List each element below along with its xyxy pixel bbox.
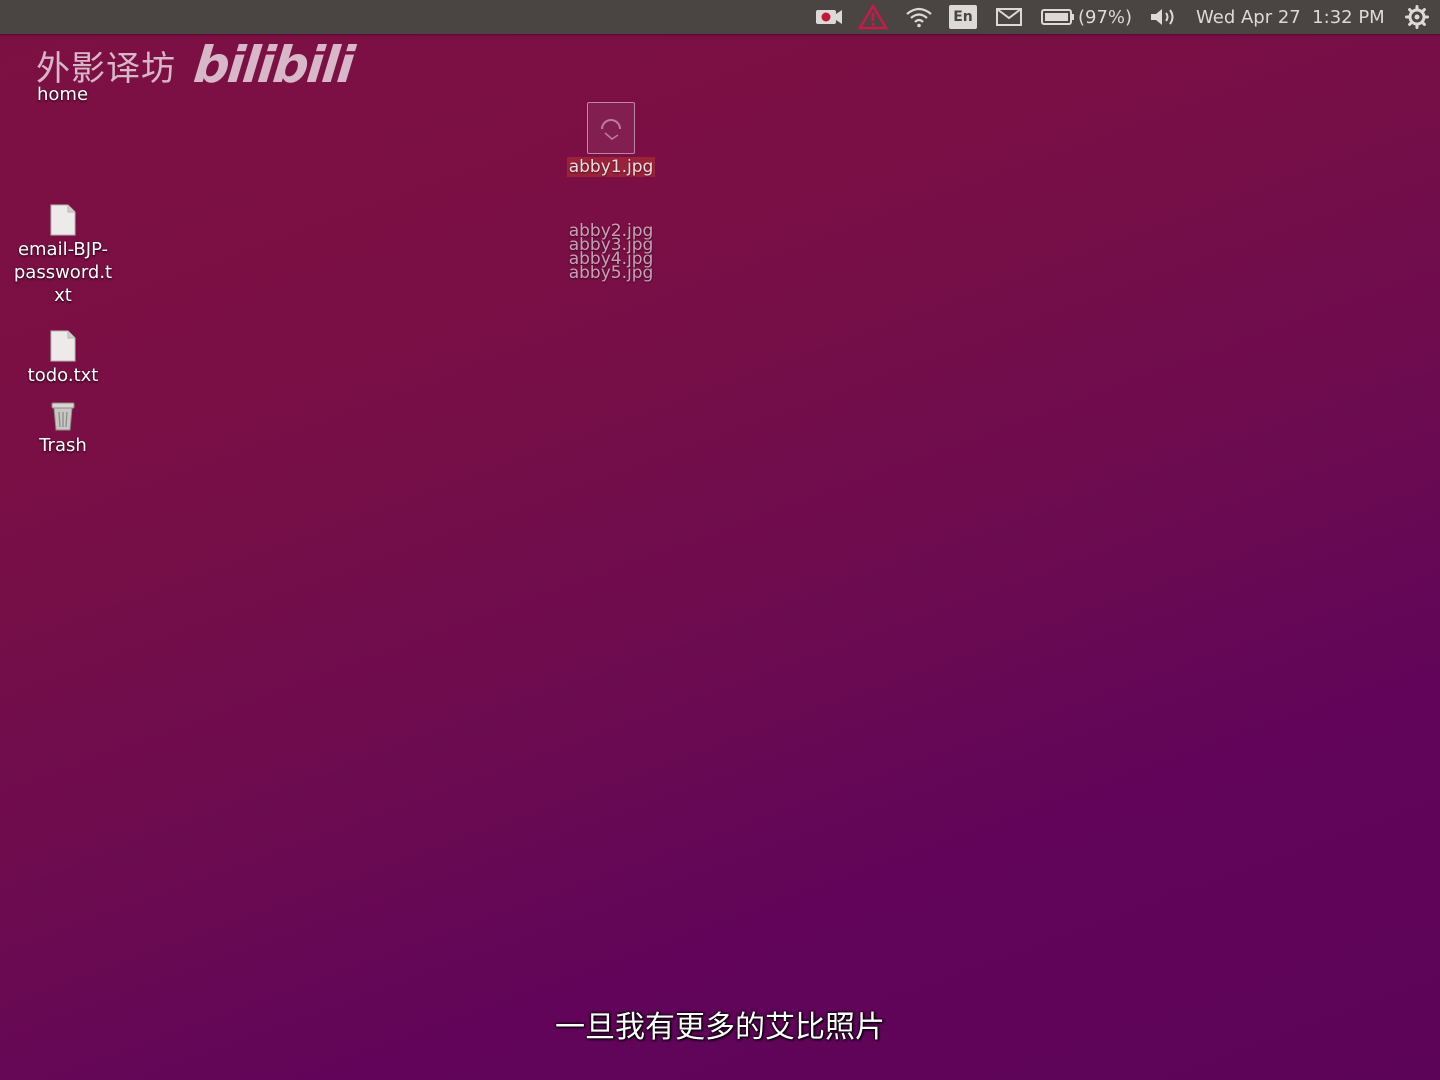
battery-icon[interactable] xyxy=(1040,0,1076,34)
desktop-icon-label: email-BJP-password.txt xyxy=(13,239,113,306)
dragged-file-primary: abby1.jpg xyxy=(556,157,666,177)
battery-percentage[interactable]: (97%) xyxy=(1078,0,1132,34)
clock-text: Wed Apr 27 1:32 PM xyxy=(1196,6,1385,28)
wifi-icon[interactable] xyxy=(902,0,936,34)
clock[interactable]: Wed Apr 27 1:32 PM xyxy=(1196,0,1385,34)
desktop-icon-email-password[interactable]: email-BJP-password.txt xyxy=(8,204,118,307)
update-alert-icon[interactable] xyxy=(856,0,890,34)
keyboard-layout-label: En xyxy=(953,9,973,25)
trash-icon xyxy=(51,402,75,431)
mail-icon[interactable] xyxy=(994,0,1024,34)
battery-text: (97%) xyxy=(1078,6,1133,28)
dragged-file-primary-label: abby1.jpg xyxy=(566,157,656,177)
gear-icon[interactable] xyxy=(1402,0,1432,34)
video-subtitle: 一旦我有更多的艾比照片 xyxy=(555,1010,885,1045)
image-file-icon xyxy=(587,102,635,154)
keyboard-icon[interactable]: En xyxy=(948,0,978,34)
desktop-icon-label: Trash xyxy=(39,435,87,456)
top-panel: En (97%) Wed Apr 27 1:32 PM xyxy=(0,0,1440,34)
text-file-icon xyxy=(50,204,76,236)
text-file-icon xyxy=(50,330,76,362)
desktop-icon-todo[interactable]: todo.txt xyxy=(8,330,118,387)
bilibili-logo: bilibili xyxy=(190,36,356,94)
desktop-icon-trash[interactable]: Trash xyxy=(8,400,118,457)
home-folder-label[interactable]: home xyxy=(37,84,88,105)
desktop-icon-label: todo.txt xyxy=(27,365,99,386)
dragged-file-name: abby2.jpg xyxy=(568,221,654,241)
watermark-brand-cn: 外影译坊 xyxy=(36,48,176,89)
video-record-icon[interactable] xyxy=(812,0,846,34)
volume-icon[interactable] xyxy=(1148,0,1178,34)
